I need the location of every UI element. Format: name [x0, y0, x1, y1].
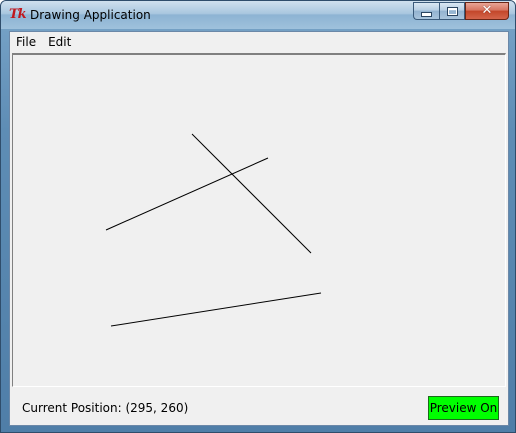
menu-bar: File Edit	[10, 32, 508, 52]
minimize-button[interactable]	[413, 2, 439, 20]
preview-toggle-button[interactable]: Preview On	[428, 396, 499, 420]
drawing-canvas[interactable]	[12, 53, 506, 387]
drawn-line	[110, 292, 322, 327]
menu-file[interactable]: File	[10, 32, 42, 52]
drawn-line	[191, 133, 312, 254]
maximize-icon	[446, 6, 458, 16]
drawn-line	[105, 157, 269, 231]
menu-edit[interactable]: Edit	[42, 32, 77, 52]
window-title: Drawing Application	[30, 8, 151, 22]
app-window: Tk Drawing Application ✕ File Edit Curre…	[0, 0, 516, 433]
close-button[interactable]: ✕	[465, 2, 509, 20]
canvas-svg[interactable]	[13, 55, 504, 386]
title-bar[interactable]: Tk Drawing Application ✕	[1, 1, 515, 29]
caption-buttons: ✕	[413, 2, 509, 21]
tk-feather-icon: Tk	[9, 7, 27, 22]
close-icon: ✕	[481, 3, 493, 18]
minimize-icon	[421, 11, 432, 17]
client-area: File Edit Current Position: (295, 260) P…	[9, 31, 509, 426]
maximize-button[interactable]	[439, 2, 465, 20]
current-position-label: Current Position: (295, 260)	[22, 401, 189, 415]
